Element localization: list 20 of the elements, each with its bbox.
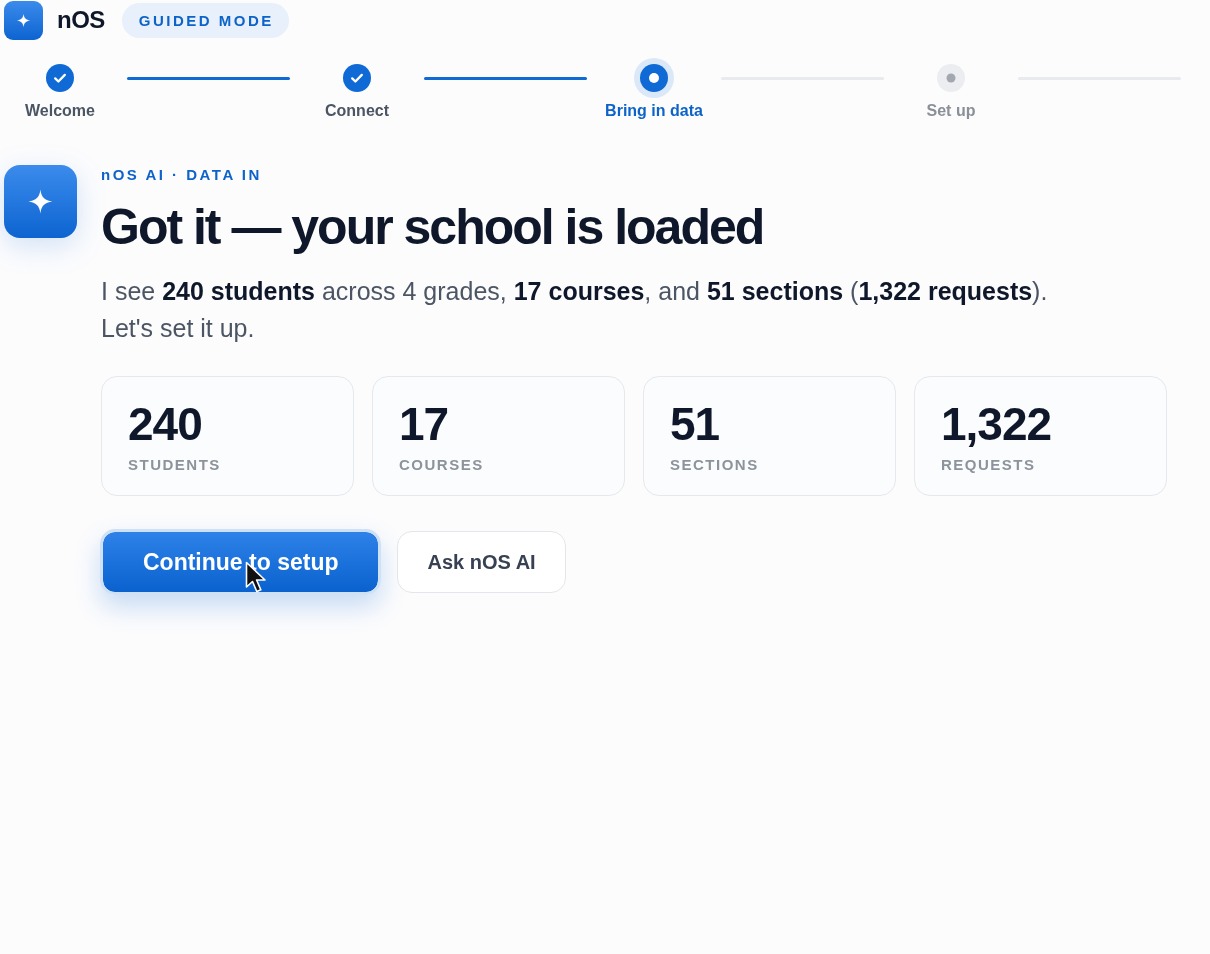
summary-text: I see 240 students across 4 grades, 17 courses, and 51 sections (1,322 requests). Let's set it up. xyxy=(101,276,1048,344)
step-label: Welcome xyxy=(25,101,95,121)
step-label: Bring in data xyxy=(605,101,703,121)
stat-value: 17 xyxy=(399,399,449,449)
stat-value: 51 xyxy=(670,399,720,449)
ask-ai-button[interactable]: Ask nOS AI xyxy=(397,531,566,593)
stat-label: STUDENTS xyxy=(128,455,221,475)
step-label: Set up xyxy=(926,101,976,121)
app-name: nOS xyxy=(57,5,105,35)
stat-value: 240 xyxy=(128,399,202,449)
mode-badge: GUIDED MODE xyxy=(121,2,289,38)
eyebrow-label: nOS AI · DATA IN xyxy=(101,165,262,185)
stat-label: SECTIONS xyxy=(670,455,759,475)
step-label: Connect xyxy=(325,101,389,121)
stat-label: COURSES xyxy=(399,455,484,475)
page-heading: Got it — your school is loaded xyxy=(101,198,764,257)
stat-value: 1,322 xyxy=(941,399,1052,449)
continue-setup-button[interactable]: Continue to setup xyxy=(100,529,382,595)
stat-label: REQUESTS xyxy=(941,455,1036,475)
sparkle-avatar-icon xyxy=(4,165,77,238)
